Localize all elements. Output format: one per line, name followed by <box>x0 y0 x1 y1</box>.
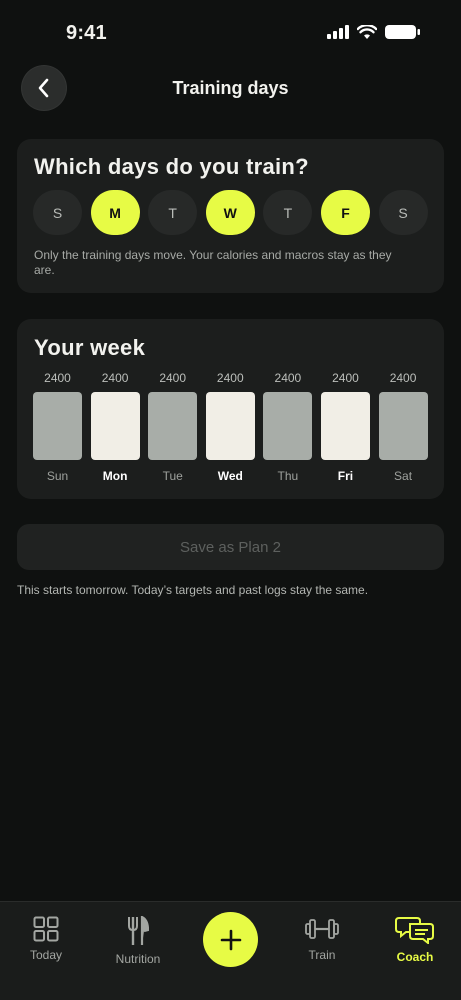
tab-label: Today <box>29 948 63 962</box>
signal-icon <box>327 25 349 39</box>
week-day-wed: 2400 Wed <box>205 370 255 483</box>
tab-nutrition[interactable]: Nutrition <box>98 916 178 966</box>
wifi-icon <box>357 24 377 39</box>
save-plan-button[interactable]: Save as Plan 2 <box>17 524 444 570</box>
day-label: Tue <box>162 469 183 483</box>
week-title: Your week <box>34 335 146 360</box>
day-label: Sun <box>46 469 69 483</box>
day-selector: S M T W T F S <box>33 190 428 235</box>
week-card: Your week 2400 Sun 2400 Mon 2400 Tue 240… <box>17 319 444 499</box>
status-bar: 9:41 <box>0 0 461 64</box>
rest-day-bar <box>263 392 313 460</box>
add-button[interactable] <box>203 912 258 967</box>
training-days-card: Which days do you train? S M T W T F S O… <box>17 139 444 293</box>
calorie-value: 2400 <box>274 371 302 385</box>
week-day-sat: 2400 Sat <box>378 370 428 483</box>
tab-coach[interactable]: Coach <box>375 916 455 964</box>
dumbbell-icon <box>305 919 339 939</box>
training-days-title: Which days do you train? <box>34 154 309 179</box>
training-day-bar <box>320 392 370 460</box>
day-label: Thu <box>277 469 299 483</box>
tab-bar: Today Nutrition Train Coach <box>0 901 461 1000</box>
day-toggle-thursday[interactable]: T <box>263 190 313 235</box>
calorie-value: 2400 <box>216 371 244 385</box>
page-title: Training days <box>172 78 289 98</box>
calorie-value: 2400 <box>159 371 187 385</box>
rest-day-bar <box>378 392 428 460</box>
tab-today[interactable]: Today <box>6 916 86 962</box>
grid-icon <box>33 916 59 942</box>
day-toggle-monday[interactable]: M <box>90 190 140 235</box>
day-label: Fri <box>337 469 354 483</box>
rest-day-bar <box>33 392 82 460</box>
fork-knife-icon <box>128 916 149 945</box>
tab-label: Train <box>308 948 336 962</box>
day-label: Wed <box>217 469 243 483</box>
week-day-mon: 2400 Mon <box>90 370 140 483</box>
week-day-thu: 2400 Thu <box>263 370 313 483</box>
day-toggle-friday[interactable]: F <box>320 190 370 235</box>
day-toggle-saturday[interactable]: S <box>378 190 428 235</box>
day-label: Mon <box>102 469 128 483</box>
battery-icon <box>385 25 420 39</box>
training-day-bar <box>205 392 255 460</box>
calorie-value: 2400 <box>332 371 359 385</box>
rest-day-bar <box>148 392 198 460</box>
status-icons <box>327 24 421 40</box>
training-day-bar <box>90 392 140 460</box>
week-day-tue: 2400 Tue <box>148 370 198 483</box>
day-label: Sat <box>394 469 413 483</box>
tab-label: Nutrition <box>115 952 161 966</box>
calorie-value: 2400 <box>44 371 71 385</box>
calorie-value: 2400 <box>389 371 417 385</box>
week-day-fri: 2400 Fri <box>320 370 370 483</box>
tab-train[interactable]: Train <box>282 916 362 962</box>
day-toggle-sunday[interactable]: S <box>33 190 82 235</box>
status-time: 9:41 <box>66 22 107 44</box>
start-date-note: This starts tomorrow. Today’s targets an… <box>17 583 369 597</box>
day-toggle-tuesday[interactable]: T <box>148 190 198 235</box>
day-toggle-wednesday[interactable]: W <box>205 190 255 235</box>
week-row: 2400 Sun 2400 Mon 2400 Tue 2400 Wed 2400… <box>33 370 428 483</box>
week-day-sun: 2400 Sun <box>33 370 82 483</box>
plus-icon <box>220 929 241 950</box>
chat-bubbles-icon <box>395 917 434 944</box>
calorie-value: 2400 <box>101 371 129 385</box>
training-days-note: Only the training days move. Your calori… <box>34 248 392 277</box>
tab-label: Coach <box>396 950 434 964</box>
